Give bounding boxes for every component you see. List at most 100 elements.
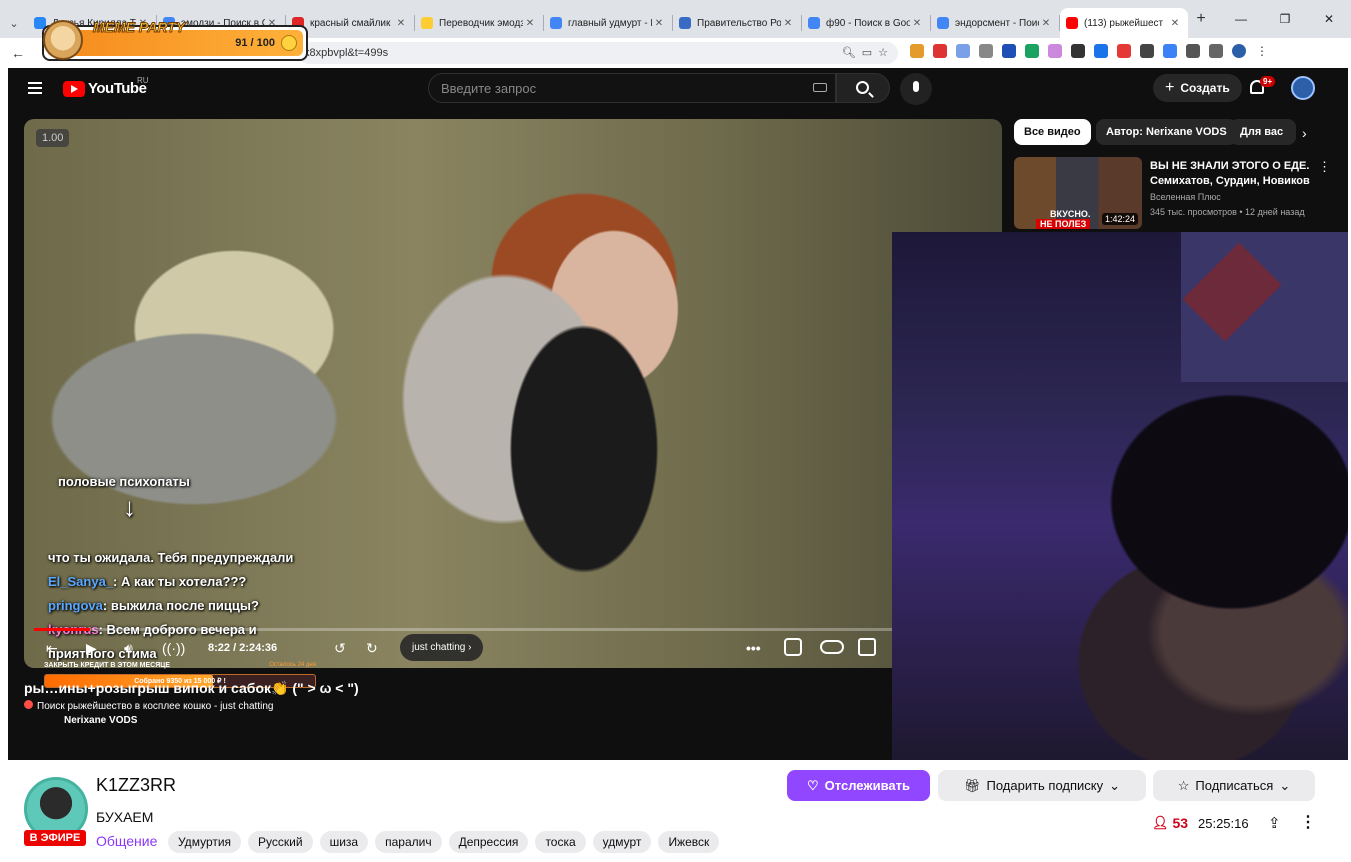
follow-button[interactable]: ♡ Отслеживать bbox=[787, 770, 930, 801]
tab-close-icon[interactable]: ✕ bbox=[910, 18, 924, 29]
more-options-icon[interactable]: ••• bbox=[746, 640, 761, 656]
forward-15-icon[interactable]: ↻ bbox=[366, 640, 378, 657]
stream-tag[interactable]: Русский bbox=[248, 831, 313, 853]
stream-category[interactable]: Общение bbox=[96, 833, 157, 849]
kebab-menu-icon[interactable]: ⋮ bbox=[1318, 159, 1331, 175]
video-subtitle-text: Поиск рыжейшество в косплее кошко - just… bbox=[37, 701, 274, 712]
tab-close-icon[interactable]: ✕ bbox=[1039, 18, 1053, 29]
account-avatar[interactable] bbox=[1291, 76, 1315, 100]
tab-close-icon[interactable]: ✕ bbox=[781, 18, 795, 29]
meme-party-widget[interactable]: MEME PARTY 91 / 100 bbox=[42, 19, 308, 61]
menu-icon[interactable] bbox=[28, 82, 42, 94]
tab-close-icon[interactable]: ✕ bbox=[523, 18, 537, 29]
video-thumbnail[interactable]: ВКУСНО. НЕ ПОЛЕЗ 1:42:24 bbox=[1014, 157, 1142, 229]
video-player[interactable]: 1.00 половые психопаты ↓ что ты ожидала.… bbox=[24, 119, 1002, 668]
rewind-15-icon[interactable]: ↺ bbox=[334, 640, 346, 657]
chip-all-videos[interactable]: Все видео bbox=[1014, 119, 1091, 145]
stream-tag[interactable]: паралич bbox=[375, 831, 442, 853]
chat-text: : выжила после пиццы? bbox=[102, 598, 259, 613]
stream-tag[interactable]: шиза bbox=[319, 831, 369, 853]
mic-icon[interactable] bbox=[900, 73, 932, 105]
viewer-count: 👤︎ 53 bbox=[1152, 815, 1188, 831]
extension-icon[interactable] bbox=[1002, 44, 1016, 58]
recommended-video-title[interactable]: ВЫ НЕ ЗНАЛИ ЭТОГО О ЕДЕ. Семихатов, Сурд… bbox=[1150, 159, 1320, 189]
tab-search-icon[interactable]: ⌄ bbox=[0, 8, 28, 38]
stream-tag[interactable]: удмурт bbox=[592, 831, 652, 853]
extension-icon[interactable] bbox=[1048, 44, 1062, 58]
meme-party-bar: MEME PARTY 91 / 100 bbox=[43, 19, 303, 60]
close-window-icon[interactable]: ✕ bbox=[1307, 12, 1351, 26]
chevron-right-icon[interactable]: › bbox=[1302, 125, 1307, 141]
stream-tag[interactable]: Депрессия bbox=[448, 831, 529, 853]
meme-party-title: MEME PARTY bbox=[92, 19, 186, 36]
stream-tag[interactable]: Удмуртия bbox=[168, 831, 242, 853]
subscribe-button[interactable]: ☆ Подписаться ⌄ bbox=[1153, 770, 1315, 801]
extension-icon[interactable] bbox=[910, 44, 924, 58]
cast-icon[interactable]: ▭ bbox=[862, 46, 872, 59]
create-button[interactable]: + Создать bbox=[1153, 74, 1242, 102]
stream-tag[interactable]: тоска bbox=[535, 831, 586, 853]
tab-title: эндорсмент - Поиск bbox=[955, 17, 1039, 29]
streamer-name[interactable]: K1ZZ3RR bbox=[96, 775, 176, 796]
browser-tab[interactable]: Переводчик эмодзи ✕ bbox=[415, 8, 543, 38]
progress-bar[interactable] bbox=[34, 628, 992, 631]
chip-author[interactable]: Автор: Nerixane VODS bbox=[1096, 119, 1237, 145]
twitch-channel-info: В ЭФИРЕ K1ZZ3RR БУХАЕМ Общение Удмуртия Р… bbox=[0, 760, 1351, 862]
video-subtitle: Поиск рыжейшество в косплее кошко - just… bbox=[24, 700, 273, 712]
subtitles-icon[interactable] bbox=[858, 638, 876, 656]
browser-tab[interactable]: (113) рыжейшест ✕ bbox=[1060, 8, 1188, 38]
browser-tab[interactable]: ф90 - Поиск в Google✕ bbox=[802, 8, 930, 38]
search-input[interactable]: Введите запрос bbox=[428, 73, 836, 103]
autoplay-toggle[interactable] bbox=[820, 640, 844, 654]
tab-close-icon[interactable]: ✕ bbox=[1168, 18, 1182, 29]
extension-icon[interactable] bbox=[956, 44, 970, 58]
browser-menu-icon[interactable]: ⋮ bbox=[1255, 44, 1269, 58]
notifications-badge: 9+ bbox=[1260, 76, 1276, 87]
restore-icon[interactable]: ❐ bbox=[1263, 12, 1307, 26]
youtube-logo[interactable]: YouTube RU bbox=[63, 76, 149, 97]
chat-message: что ты ожидала. Тебя предупреждали bbox=[48, 546, 338, 570]
keyboard-icon[interactable] bbox=[813, 83, 827, 92]
gift-sub-button[interactable]: 🎁︎ Подарить подписку ⌄ bbox=[938, 770, 1146, 801]
profile-avatar[interactable] bbox=[1232, 44, 1246, 58]
back-icon[interactable]: ← bbox=[0, 45, 36, 61]
live-radio-icon[interactable]: ((·)) bbox=[162, 640, 185, 656]
bookmark-star-icon[interactable]: ☆ bbox=[878, 46, 888, 59]
address-bar[interactable]: k8xpbvpl&t=499s 🔍︎ ▭ ☆ bbox=[298, 42, 898, 64]
subscribe-label: Подписаться bbox=[1195, 778, 1274, 793]
browser-tab[interactable]: главный удмурт - По✕ bbox=[544, 8, 672, 38]
tab-favicon-icon bbox=[421, 17, 433, 29]
chat-username: El_Sanya_ bbox=[48, 574, 114, 589]
stream-tag[interactable]: Ижевск bbox=[658, 831, 720, 853]
prev-icon[interactable]: ⇤ bbox=[46, 640, 58, 657]
recommended-channel[interactable]: Вселенная Плюс bbox=[1150, 192, 1221, 202]
extension-icon[interactable] bbox=[1025, 44, 1039, 58]
browser-tab[interactable]: эндорсмент - Поиск ✕ bbox=[931, 8, 1059, 38]
tab-close-icon[interactable]: ✕ bbox=[652, 18, 666, 29]
minimize-icon[interactable]: — bbox=[1219, 12, 1263, 26]
extension-icon[interactable] bbox=[933, 44, 947, 58]
tab-favicon-icon bbox=[1066, 17, 1078, 29]
extension-icon[interactable] bbox=[1071, 44, 1085, 58]
browser-tab[interactable]: Правительство Росс✕ bbox=[673, 8, 801, 38]
extension-icon[interactable] bbox=[1163, 44, 1177, 58]
chat-text: что ты ожидала. Тебя предупреждали bbox=[48, 550, 294, 565]
search-button[interactable] bbox=[836, 73, 890, 103]
channel-name[interactable]: Nerixane VODS bbox=[64, 715, 137, 726]
play-icon[interactable]: ▶ bbox=[86, 640, 97, 657]
chip-for-you[interactable]: Для вас bbox=[1230, 119, 1296, 145]
tab-close-icon[interactable]: ✕ bbox=[394, 18, 408, 29]
share-icon[interactable]: ⇪ bbox=[1268, 814, 1281, 832]
puzzle-icon[interactable] bbox=[1186, 44, 1200, 58]
more-icon[interactable]: ⋮ bbox=[1300, 812, 1316, 832]
extension-icon[interactable] bbox=[1117, 44, 1131, 58]
reading-list-icon[interactable] bbox=[1209, 44, 1223, 58]
extension-icon[interactable] bbox=[1140, 44, 1154, 58]
chapter-chip[interactable]: just chatting › bbox=[400, 634, 484, 661]
shield-icon[interactable] bbox=[784, 638, 802, 656]
volume-icon[interactable]: 🔊︎ bbox=[124, 640, 133, 657]
zoom-icon[interactable]: 🔍︎ bbox=[842, 46, 856, 59]
extension-icon[interactable] bbox=[1094, 44, 1108, 58]
extension-icon[interactable] bbox=[979, 44, 993, 58]
new-tab-button[interactable]: + bbox=[1188, 10, 1214, 28]
